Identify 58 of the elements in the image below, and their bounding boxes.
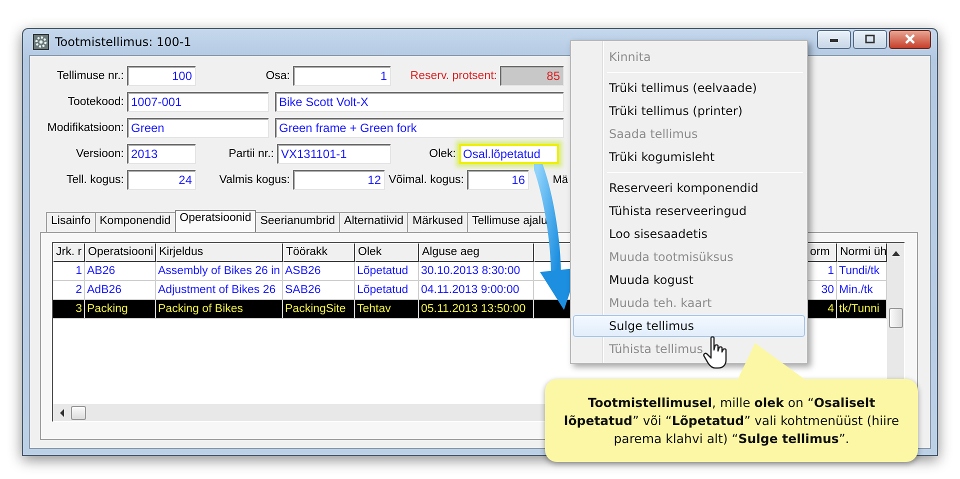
table-cell: PackingSite (283, 300, 355, 319)
tab[interactable]: Lisainfo (46, 212, 96, 232)
maximize-icon (864, 34, 876, 44)
input-field[interactable]: 100 (127, 66, 196, 86)
input-field[interactable]: Green (127, 118, 269, 138)
input-field[interactable]: 2013 (127, 144, 196, 164)
field-label: Modifikatsioon: (46, 122, 125, 134)
field-label: Reserv. protsent: (409, 70, 498, 82)
input-field[interactable]: 12 (293, 170, 385, 190)
scroll-up-icon[interactable] (892, 251, 900, 256)
column-header[interactable]: Jrk. r (53, 243, 85, 262)
input-field[interactable]: 24 (127, 170, 196, 190)
menu-item[interactable]: Trüki kogumisleht (573, 146, 805, 168)
menu-item[interactable]: Trüki tellimus (eelvaade) (573, 77, 805, 99)
maximize-button[interactable] (853, 30, 887, 48)
window-title: Tootmistellimus: 100-1 (55, 35, 192, 49)
input-field[interactable]: 16 (467, 170, 529, 190)
column-header[interactable]: Operatsiooni (85, 243, 156, 262)
column-header[interactable]: Normi üh (837, 243, 887, 262)
column-header[interactable]: Töörakk (283, 243, 355, 262)
input-field[interactable]: 1007-001 (127, 92, 269, 112)
field-label: Tellimuse nr.: (56, 70, 125, 82)
menu-item[interactable]: Sulge tellimus (573, 315, 805, 337)
close-icon (903, 34, 917, 44)
callout-text: Tootmistellimusel, mille olek on “Osaliselt lõpetatud” või “Lõpetatud” vali kohtmenüüst (hiire parema klahvi alt) “Sulge tellimus”. (562, 394, 900, 448)
table-cell: Tehtav (355, 300, 419, 319)
field-label: Olek: (428, 148, 457, 160)
field-label: Osa: (264, 70, 291, 82)
table-cell: 05.11.2013 13:50:00 (419, 300, 534, 319)
tab[interactable]: Operatsioonid (174, 210, 256, 232)
field-label: Mä (552, 174, 569, 186)
menu-item[interactable]: Reserveeri komponendid (573, 177, 805, 199)
table-cell: Packing (85, 300, 156, 319)
menu-item[interactable]: Trüki tellimus (printer) (573, 100, 805, 122)
field-label: Partii nr.: (228, 148, 275, 160)
minimize-button[interactable] (817, 30, 851, 48)
field-label: Tell. kogus: (65, 174, 125, 186)
close-button[interactable] (889, 30, 931, 48)
scroll-left-icon[interactable] (59, 408, 65, 416)
menu-item[interactable]: Tühista reserveeringud (573, 200, 805, 222)
input-field[interactable]: VX131101-1 (277, 144, 391, 164)
input-field[interactable]: Osal.lõpetatud (459, 144, 559, 164)
table-cell: 3 (53, 300, 85, 319)
input-field[interactable]: 1 (293, 66, 391, 86)
scroll-thumb[interactable] (888, 308, 902, 328)
field-label: Versioon: (75, 148, 125, 160)
input-field[interactable]: Green frame + Green fork (275, 118, 564, 138)
input-field[interactable]: Bike Scott Volt-X (275, 92, 564, 112)
menu-item[interactable]: Loo sisesaadetis (573, 223, 805, 245)
column-header[interactable]: Alguse aeg (419, 243, 534, 262)
table-cell: Packing of Bikes (156, 300, 283, 319)
field-label: Valmis kogus: (218, 174, 291, 186)
scroll-thumb[interactable] (71, 406, 86, 420)
field-label: Võimal. kogus: (388, 174, 465, 186)
field-label: Tootekood: (66, 96, 125, 108)
column-header[interactable]: Kirjeldus (156, 243, 283, 262)
column-header[interactable]: Olek (355, 243, 419, 262)
app-icon (33, 34, 49, 50)
